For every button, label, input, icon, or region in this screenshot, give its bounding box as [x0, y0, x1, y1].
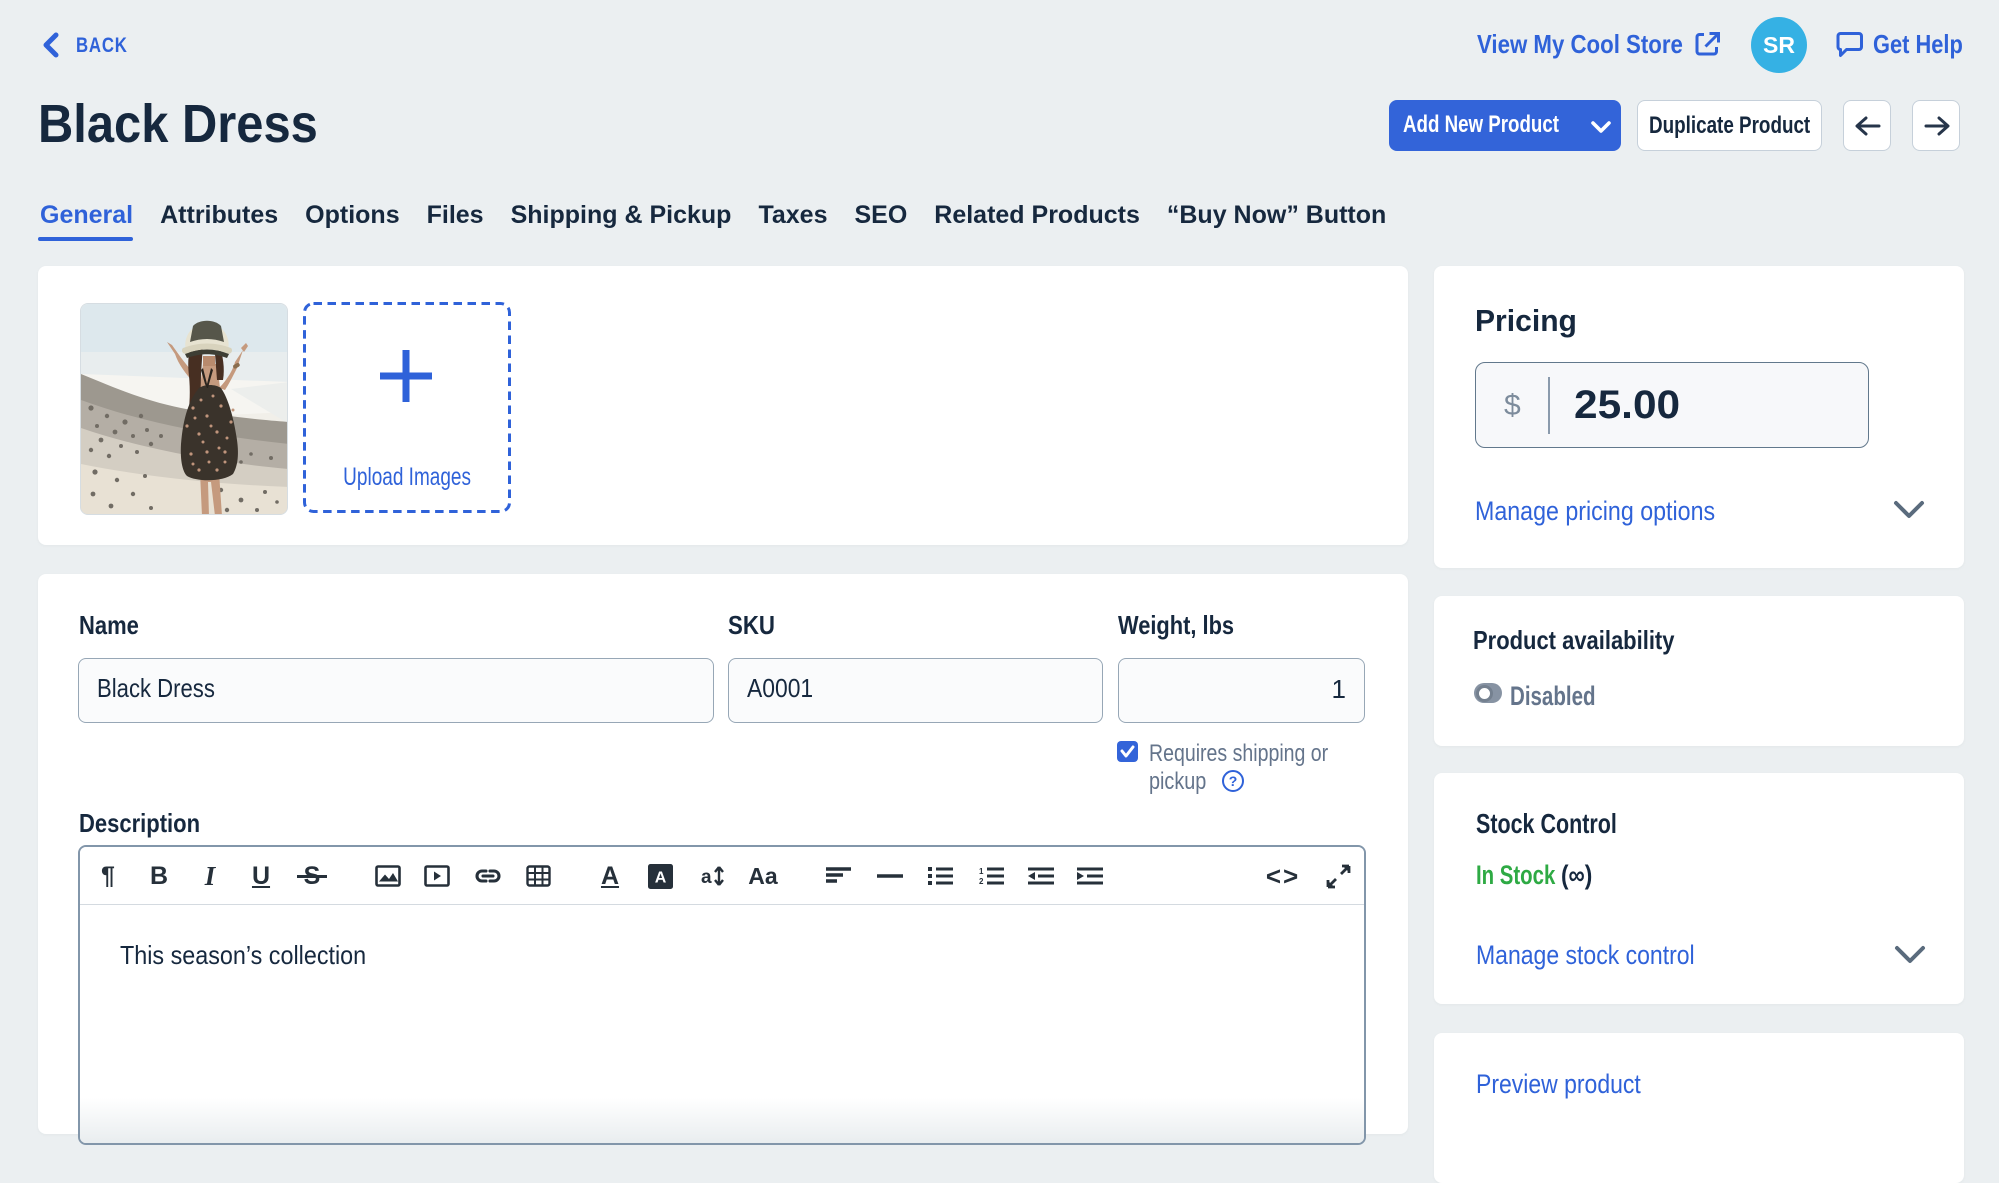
- svg-text:A: A: [655, 870, 667, 887]
- svg-text:a: a: [701, 867, 712, 888]
- svg-text:?: ?: [1229, 773, 1238, 789]
- svg-text:1: 1: [979, 867, 984, 876]
- svg-text:2: 2: [979, 877, 984, 885]
